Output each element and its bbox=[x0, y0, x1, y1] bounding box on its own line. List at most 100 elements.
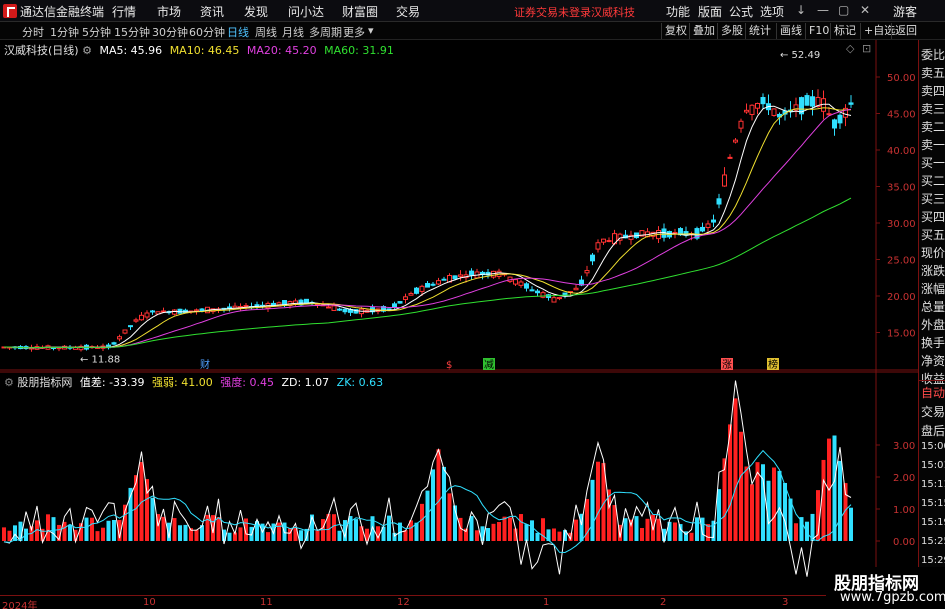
quote-row-15[interactable]: 外盘 bbox=[921, 316, 945, 333]
quote-row-13[interactable]: 涨幅 bbox=[921, 280, 945, 297]
btn-huaxian[interactable]: 画线 bbox=[776, 23, 805, 39]
quote-row-5[interactable]: 卖一 bbox=[921, 136, 945, 153]
indicator-bar bbox=[744, 466, 749, 541]
indicator-chart[interactable]: 3.00 2.00 1.00 0.00 bbox=[0, 371, 918, 597]
y-tick-label: 20.00 bbox=[887, 292, 916, 303]
period-day[interactable]: 日线 bbox=[227, 24, 249, 40]
tick-row-9[interactable]: 15:29 bbox=[921, 555, 945, 566]
btn-fuquan[interactable]: 复权 bbox=[661, 23, 690, 39]
menu-jiaoyi[interactable]: 交易 bbox=[396, 3, 420, 20]
candle-body bbox=[232, 305, 238, 309]
period-15min[interactable]: 15分钟 bbox=[114, 24, 150, 40]
indicator-bar bbox=[491, 523, 496, 541]
candle-body bbox=[529, 289, 535, 292]
indicator-bar bbox=[51, 517, 56, 541]
indicator-bar bbox=[436, 449, 441, 541]
menu-wenxiaoda[interactable]: 问小达 bbox=[288, 3, 324, 20]
candle-body bbox=[326, 306, 331, 309]
indicator-bar bbox=[46, 514, 50, 541]
watermark-url: www.7gpzb.com bbox=[840, 590, 945, 605]
candle-body bbox=[755, 102, 760, 109]
tick-row-6[interactable]: 15:15 bbox=[921, 498, 945, 509]
candle-body bbox=[139, 314, 144, 321]
tick-row-7[interactable]: 15:19 bbox=[921, 517, 945, 528]
tick-row-2[interactable]: 盘后 bbox=[921, 422, 945, 439]
tick-row-1[interactable]: 交易 bbox=[921, 403, 945, 420]
indicator-bar bbox=[552, 528, 556, 541]
tick-row-0[interactable]: 自动 bbox=[921, 384, 945, 401]
arrow-down-icon[interactable]: ↓ bbox=[796, 3, 806, 17]
minimize-icon[interactable]: — bbox=[817, 3, 829, 17]
stock-tab[interactable]: 汉威科技 bbox=[591, 4, 635, 20]
indicator-bar bbox=[2, 527, 6, 541]
menu-gongshi[interactable]: 公式 bbox=[729, 3, 753, 20]
quote-row-12[interactable]: 涨跌 bbox=[921, 262, 945, 279]
indicator-bar bbox=[832, 435, 837, 541]
menu-gongneng[interactable]: 功能 bbox=[666, 3, 690, 20]
quote-row-6[interactable]: 买一 bbox=[921, 154, 945, 171]
period-fenshi[interactable]: 分时 bbox=[22, 24, 44, 40]
quote-row-8[interactable]: 买三 bbox=[921, 190, 945, 207]
menu-banmian[interactable]: 版面 bbox=[698, 3, 722, 20]
tick-row-8[interactable]: 15:25 bbox=[921, 536, 945, 547]
period-month[interactable]: 月线 bbox=[282, 24, 304, 40]
tick-row-5[interactable]: 15:11 bbox=[921, 479, 945, 490]
indicator-bar bbox=[238, 527, 243, 541]
btn-diejia[interactable]: 叠加 bbox=[689, 23, 718, 39]
quote-row-11[interactable]: 现价 bbox=[921, 244, 945, 261]
indicator-bar bbox=[656, 518, 661, 541]
quote-row-14[interactable]: 总量 bbox=[921, 298, 945, 315]
y-tick-label: 40.00 bbox=[887, 146, 916, 157]
maximize-icon[interactable]: ▢ bbox=[838, 3, 849, 17]
candle-body bbox=[122, 329, 128, 334]
event-marker: 减 bbox=[484, 359, 494, 371]
period-5min[interactable]: 5分钟 bbox=[82, 24, 111, 40]
period-week[interactable]: 周线 bbox=[255, 24, 277, 40]
candle-body bbox=[848, 102, 854, 105]
menu-faxian[interactable]: 发现 bbox=[244, 3, 268, 20]
period-30min[interactable]: 30分钟 bbox=[152, 24, 188, 40]
quote-row-3[interactable]: 卖三 bbox=[921, 100, 945, 117]
candle-body bbox=[518, 281, 524, 286]
tick-row-4[interactable]: 15:01 bbox=[921, 460, 945, 471]
quote-row-2[interactable]: 卖四 bbox=[921, 82, 945, 99]
menu-hangqing[interactable]: 行情 bbox=[112, 3, 136, 20]
indicator-bar bbox=[805, 521, 809, 541]
indicator-bar bbox=[150, 497, 155, 541]
ma10-line bbox=[4, 107, 852, 349]
period-more[interactable]: 更多 bbox=[343, 24, 365, 40]
close-icon[interactable]: ✕ bbox=[860, 3, 870, 17]
quote-row-10[interactable]: 买五 bbox=[921, 226, 945, 243]
indicator-bar bbox=[634, 516, 639, 541]
indicator-bar bbox=[106, 520, 111, 541]
period-multi[interactable]: 多周期 bbox=[309, 24, 342, 40]
btn-tongji[interactable]: 统计 bbox=[745, 23, 774, 39]
x-label-10: 10 bbox=[143, 597, 156, 608]
quote-row-9[interactable]: 买四 bbox=[921, 208, 945, 225]
guest-label[interactable]: 游客 bbox=[893, 3, 917, 20]
btn-f10[interactable]: F10 bbox=[805, 23, 832, 39]
indicator-bar bbox=[739, 431, 743, 541]
period-1min[interactable]: 1分钟 bbox=[50, 24, 79, 40]
btn-biaoji[interactable]: 标记 bbox=[830, 23, 859, 39]
more-chevron-icon[interactable]: ▾ bbox=[368, 24, 374, 37]
quote-row-4[interactable]: 卖二 bbox=[921, 118, 945, 135]
btn-fanhui[interactable]: 返回 bbox=[891, 23, 920, 39]
quote-row-17[interactable]: 净资 bbox=[921, 352, 945, 369]
period-60min[interactable]: 60分钟 bbox=[189, 24, 225, 40]
indicator-bar bbox=[90, 517, 94, 541]
btn-duogu[interactable]: 多股 bbox=[717, 23, 746, 39]
menu-zixun[interactable]: 资讯 bbox=[200, 3, 224, 20]
menu-xuanxiang[interactable]: 选项 bbox=[760, 3, 784, 20]
quote-row-7[interactable]: 买二 bbox=[921, 172, 945, 189]
quote-row-16[interactable]: 换手 bbox=[921, 334, 945, 351]
menu-shichang[interactable]: 市场 bbox=[157, 3, 181, 20]
quote-row-1[interactable]: 卖五 bbox=[921, 64, 945, 81]
candle-body bbox=[705, 223, 711, 228]
quote-row-0[interactable]: 委比 bbox=[921, 46, 945, 63]
login-warning[interactable]: 证券交易未登录 bbox=[514, 4, 591, 20]
tick-row-3[interactable]: 15:00 bbox=[921, 441, 945, 452]
candlestick-chart[interactable]: 50.00 45.00 40.00 35.00 30.00 25.00 20.00 15.00… bbox=[0, 40, 918, 371]
menu-caifuquan[interactable]: 财富圈 bbox=[342, 3, 378, 20]
indicator-bar bbox=[95, 531, 100, 541]
